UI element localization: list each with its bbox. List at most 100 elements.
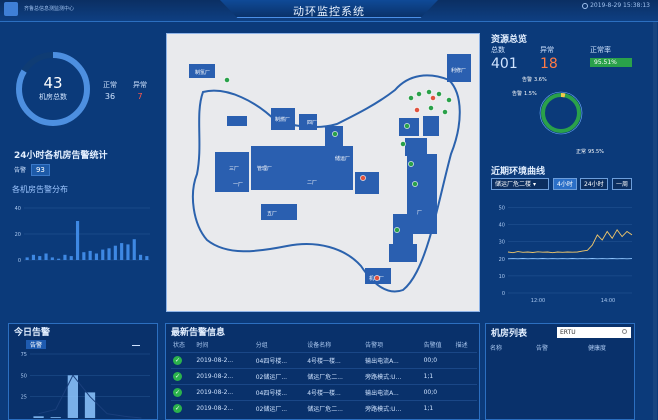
- table-cell: 1;1: [421, 368, 454, 385]
- y-tick-label: 30: [499, 240, 505, 246]
- resources-rate-stat: 正常率 95.51%: [590, 45, 632, 67]
- building-label: 一厂: [233, 182, 243, 188]
- alarm-count-label: 告警: [14, 167, 27, 174]
- chart-type-icon[interactable]: [132, 340, 140, 346]
- table-row[interactable]: ✓ 2019-08-2... 02储运厂... 储运厂危二... 旁路模式:U... 1;…: [171, 400, 477, 416]
- table-cell: 4号楼一楼...: [305, 384, 364, 401]
- check-circle-icon: ✓: [173, 372, 182, 381]
- bar: [113, 245, 117, 260]
- page-scrollbar[interactable]: [653, 22, 657, 420]
- rooms-normal-value: 36: [104, 92, 116, 101]
- building-block[interactable]: [389, 244, 417, 262]
- env-room-select[interactable]: 储运厂危二楼 ▾: [491, 178, 549, 190]
- rooms-abnormal-value: 7: [137, 92, 143, 101]
- building-label: 五厂: [267, 211, 277, 217]
- y-tick-label: 50: [21, 373, 27, 379]
- table-cell: 旁路模式:U...: [363, 368, 422, 385]
- bar: [33, 416, 44, 418]
- status-marker: [414, 107, 420, 113]
- table-cell: 储运厂危二...: [305, 368, 364, 385]
- column-header: 健康度: [588, 345, 607, 352]
- status-marker: [394, 227, 400, 233]
- datetime-text: 2019-8-29 15:38:13: [590, 2, 650, 9]
- bar: [50, 417, 61, 418]
- table-row[interactable]: ✓ 2019-08-2... 04四号楼... 4号楼一楼... 输出电流A... 00;…: [171, 352, 477, 369]
- building-block[interactable]: [215, 152, 249, 192]
- table-cell: [453, 384, 477, 401]
- building-label: 三厂: [229, 166, 239, 172]
- alarm-distribution-chart: 0 20 40: [15, 206, 150, 264]
- resources-rate-label: 正常率: [590, 46, 611, 54]
- alarm-count-row: 告警 93: [14, 164, 50, 176]
- alarm-stats-title: 24小时各机房告警统计: [14, 151, 108, 161]
- column-header: 分组: [255, 342, 268, 349]
- column-header: 告警项: [365, 342, 384, 349]
- resource-ring-chart: [539, 91, 583, 135]
- alarm-distribution-title: 各机房告警分布: [12, 185, 68, 194]
- resources-total-stat: 总数 401: [491, 45, 518, 72]
- search-icon[interactable]: [622, 329, 627, 334]
- table-header-row: 状态 时间 分组 设备名称 告警项 告警值 描述: [171, 338, 477, 353]
- building-label: 制氢厂: [195, 69, 210, 76]
- bar: [57, 258, 61, 260]
- y-tick-label: 50: [499, 206, 505, 212]
- building-block[interactable]: [329, 146, 353, 190]
- status-marker: [360, 175, 366, 181]
- range-button-week[interactable]: 一周: [612, 178, 633, 190]
- bar: [82, 252, 86, 260]
- bar: [94, 253, 99, 260]
- y-tick-label: 20: [15, 232, 21, 238]
- table-cell: [453, 368, 477, 385]
- building-block[interactable]: [227, 116, 247, 126]
- bar: [138, 254, 143, 260]
- building-label: 储运厂: [335, 155, 350, 162]
- header-subtitle: 齐鲁总信息测监测中心: [24, 6, 75, 12]
- resources-total-label: 总数: [491, 46, 505, 54]
- bar: [107, 248, 111, 260]
- status-marker: [408, 161, 414, 167]
- building-label: 四厂: [307, 120, 317, 126]
- range-button-24h[interactable]: 24小时: [580, 178, 608, 190]
- range-button-4h[interactable]: 4小时: [553, 178, 577, 190]
- table-cell: 02储运厂...: [253, 368, 306, 385]
- column-header: 状态: [173, 342, 186, 349]
- column-header: 名称: [490, 345, 503, 352]
- recent-alarm-title: 最新告警信息: [171, 328, 226, 338]
- status-marker: [400, 141, 406, 147]
- table-cell: 旁路模式:U...: [363, 400, 422, 416]
- status-marker: [408, 95, 414, 101]
- table-cell: 1;1: [421, 400, 454, 416]
- table-cell: 02储运厂...: [253, 400, 306, 416]
- page-title: 动环监控系统: [293, 5, 365, 18]
- y-tick-label: 25: [21, 395, 27, 401]
- building-label: 二厂: [307, 180, 317, 186]
- bar: [101, 249, 105, 260]
- column-header: 时间: [196, 342, 209, 349]
- bar: [132, 239, 136, 260]
- ring-label-2: 告警 1.5%: [512, 91, 537, 97]
- bar: [31, 254, 36, 260]
- bar: [25, 257, 29, 260]
- building-block[interactable]: [405, 138, 427, 156]
- room-search-input[interactable]: [557, 327, 631, 338]
- y-tick-label: 0: [502, 291, 505, 297]
- clock-icon: [582, 2, 589, 9]
- table-row[interactable]: ✓ 2019-08-2... 04四号楼... 4号楼一楼... 输出电流A... 00;…: [171, 384, 477, 401]
- resources-abnormal-stat: 异常 18: [540, 45, 558, 72]
- building-label: 管理厂: [257, 165, 272, 172]
- table-cell: 00;0: [421, 352, 454, 369]
- status-marker: [412, 181, 418, 187]
- bar: [44, 253, 48, 260]
- status-marker: [446, 97, 452, 103]
- building-block[interactable]: [355, 172, 379, 194]
- table-row[interactable]: ✓ 2019-08-2... 02储运厂... 储运厂危二... 旁路模式:U... 1;…: [171, 368, 477, 385]
- site-map[interactable]: 制氢厂 制燃厂 四厂 三厂 管理厂 储运厂 一厂 二厂 五厂 机动厂 厂 利修厂: [166, 33, 480, 312]
- status-marker: [374, 275, 380, 281]
- bar: [38, 256, 42, 260]
- bar: [69, 256, 73, 260]
- building-block[interactable]: [423, 116, 439, 136]
- table-cell: 00;0: [421, 384, 454, 401]
- building-block[interactable]: [283, 146, 307, 190]
- site-map-canvas[interactable]: 制氢厂 制燃厂 四厂 三厂 管理厂 储运厂 一厂 二厂 五厂 机动厂 厂 利修厂: [167, 34, 481, 313]
- status-marker: [404, 123, 410, 129]
